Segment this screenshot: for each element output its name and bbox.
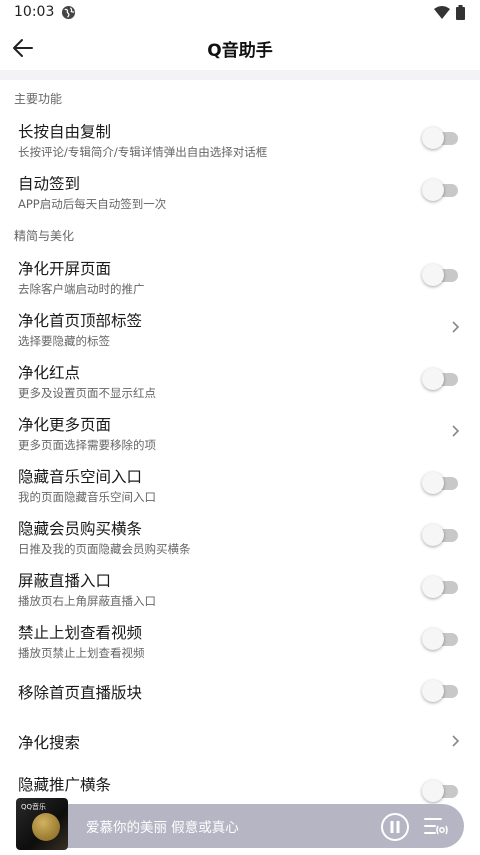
globe-icon — [61, 5, 76, 20]
setting-row-block-live-entry[interactable]: 屏蔽直播入口 播放页右上角屏蔽直播入口 — [0, 561, 480, 613]
status-time: 10:03 — [14, 4, 55, 20]
album-cover[interactable]: QQ音乐 — [16, 798, 68, 850]
toggle-switch[interactable] — [422, 680, 458, 702]
chevron-right-icon[interactable] — [450, 424, 460, 438]
setting-desc: APP启动后每天自动签到一次 — [18, 197, 167, 211]
setting-row-hide-music-space[interactable]: 隐藏音乐空间入口 我的页面隐藏音乐空间入口 — [0, 457, 480, 509]
setting-title: 隐藏会员购买横条 — [18, 520, 143, 538]
setting-row-clean-splash[interactable]: 净化开屏页面 去除客户端启动时的推广 — [0, 249, 480, 301]
setting-title: 自动签到 — [18, 175, 81, 193]
setting-title: 净化开屏页面 — [18, 260, 112, 278]
setting-desc: 去除客户端启动时的推广 — [18, 282, 145, 296]
app-bar: Q音助手 — [0, 26, 480, 70]
setting-row-disable-swipe-video[interactable]: 禁止上划查看视频 播放页禁止上划查看视频 — [0, 613, 480, 665]
setting-title: 移除首页直播版块 — [18, 684, 143, 702]
chevron-right-icon[interactable] — [450, 320, 460, 334]
setting-title: 净化搜索 — [18, 734, 81, 752]
setting-row-clean-red-dots[interactable]: 净化红点 更多及设置页面不显示红点 — [0, 353, 480, 405]
setting-row-remove-live-section[interactable]: 移除首页直播版块 — [0, 665, 480, 717]
status-bar: 10:03 — [0, 0, 480, 26]
setting-row-auto-sign-in[interactable]: 自动签到 APP启动后每天自动签到一次 — [0, 164, 480, 216]
pause-button-icon[interactable] — [380, 812, 410, 842]
setting-title: 禁止上划查看视频 — [18, 624, 143, 642]
playlist-icon[interactable] — [423, 815, 449, 839]
toggle-switch[interactable] — [422, 264, 458, 286]
chevron-right-icon[interactable] — [450, 734, 460, 748]
setting-row-long-press-copy[interactable]: 长按自由复制 长按评论/专辑简介/专辑详情弹出自由选择对话框 — [0, 112, 480, 164]
setting-row-clean-search[interactable]: 净化搜索 — [0, 715, 480, 767]
toggle-switch[interactable] — [422, 576, 458, 598]
now-playing-title[interactable]: 爱慕你的美丽 假意或真心 — [86, 816, 239, 836]
settings-list[interactable]: 主要功能 长按自由复制 长按评论/专辑简介/专辑详情弹出自由选择对话框 自动签到… — [0, 80, 480, 855]
setting-desc: 长按评论/专辑简介/专辑详情弹出自由选择对话框 — [18, 145, 268, 159]
setting-desc: 播放页禁止上划查看视频 — [18, 646, 145, 660]
toggle-switch[interactable] — [422, 127, 458, 149]
toggle-switch[interactable] — [422, 472, 458, 494]
setting-title: 净化更多页面 — [18, 416, 112, 434]
setting-title: 隐藏推广横条 — [18, 776, 112, 794]
setting-row-clean-more-page[interactable]: 净化更多页面 更多页面选择需要移除的项 — [0, 405, 480, 457]
setting-desc: 更多及设置页面不显示红点 — [18, 386, 156, 400]
setting-row-clean-top-tabs[interactable]: 净化首页顶部标签 选择要隐藏的标签 — [0, 301, 480, 353]
section-title-main-features: 主要功能 — [14, 92, 63, 106]
setting-title: 屏蔽直播入口 — [18, 572, 112, 590]
setting-title: 净化红点 — [18, 364, 81, 382]
toggle-switch[interactable] — [422, 524, 458, 546]
setting-desc: 播放页右上角屏蔽直播入口 — [18, 594, 156, 608]
setting-desc: 选择要隐藏的标签 — [18, 334, 110, 348]
toggle-switch[interactable] — [422, 179, 458, 201]
toggle-switch[interactable] — [422, 628, 458, 650]
toggle-switch[interactable] — [422, 368, 458, 390]
section-title-simplify: 精简与美化 — [14, 229, 75, 243]
setting-desc: 日推及我的页面隐藏会员购买横条 — [18, 542, 191, 556]
setting-desc: 更多页面选择需要移除的项 — [18, 438, 156, 452]
setting-title: 净化首页顶部标签 — [18, 312, 143, 330]
page-title: Q音助手 — [207, 41, 273, 61]
setting-title: 长按自由复制 — [18, 123, 112, 141]
setting-title: 隐藏音乐空间入口 — [18, 468, 143, 486]
battery-icon — [456, 5, 465, 20]
toggle-switch[interactable] — [422, 780, 458, 802]
wifi-icon — [434, 6, 450, 19]
setting-row-hide-vip-banner[interactable]: 隐藏会员购买横条 日推及我的页面隐藏会员购买横条 — [0, 509, 480, 561]
cover-logo: QQ音乐 — [21, 803, 47, 811]
setting-desc: 我的页面隐藏音乐空间入口 — [18, 490, 156, 504]
header-divider — [0, 70, 480, 80]
